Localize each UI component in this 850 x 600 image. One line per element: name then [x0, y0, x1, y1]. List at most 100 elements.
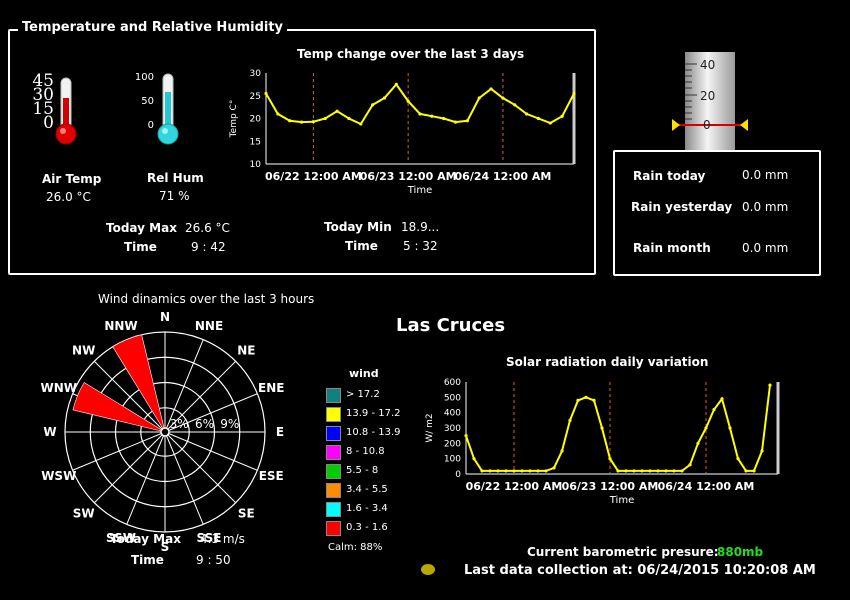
legend-label: 8 - 10.8 — [346, 446, 385, 457]
wind-chart-title: Wind dinamics over the last 3 hours — [98, 292, 315, 306]
air-temp-scale: 45 30 15 0 — [30, 73, 54, 132]
data-point — [584, 395, 588, 399]
data-point — [430, 114, 434, 118]
data-point — [488, 469, 492, 473]
legend-label: 13.9 - 17.2 — [346, 408, 401, 419]
rain-today-value: 0.0 mm — [742, 168, 789, 182]
data-point — [552, 466, 556, 470]
humidity-scale-label: 100 — [134, 72, 154, 83]
legend-label: 1.6 - 3.4 — [346, 503, 388, 514]
rain-month-label: Rain month — [633, 241, 711, 255]
data-point — [442, 116, 446, 121]
data-point — [728, 426, 732, 430]
wind-direction-label: NNE — [195, 319, 223, 333]
wind-time-label: Time — [131, 553, 164, 567]
data-point — [382, 96, 387, 100]
data-point — [536, 469, 540, 473]
y-tick-label: 25 — [250, 92, 261, 102]
y-axis-label: W/ m2 — [425, 413, 435, 442]
legend-swatch — [326, 445, 341, 460]
data-point — [548, 121, 552, 125]
y-tick-label: 10 — [250, 160, 262, 170]
data-point — [418, 112, 422, 116]
max-time-label: Time — [124, 240, 157, 254]
status-dot-icon — [421, 564, 435, 575]
data-point — [624, 469, 628, 473]
data-point — [323, 116, 327, 121]
wind-ring-label: 9% — [220, 417, 239, 431]
data-point — [600, 426, 604, 430]
wind-rose-spoke — [164, 431, 237, 504]
data-series-line — [465, 384, 771, 472]
calm-percent: Calm: 88% — [328, 542, 383, 553]
legend-swatch — [326, 388, 341, 403]
last-collection-text: Last data collection at: 06/24/2015 10:2… — [464, 563, 816, 578]
x-tick-label: 06/24 12:00 AM — [455, 170, 552, 183]
temperature-panel-title: Temperature and Relative Humidity — [18, 20, 288, 35]
x-tick-label: 06/22 12:00 AM — [265, 170, 362, 183]
temp-chart-title: Temp change over the last 3 days — [297, 47, 525, 61]
data-point — [472, 457, 476, 461]
data-point — [736, 457, 740, 461]
data-point — [704, 426, 708, 430]
y-tick-label: 200 — [444, 439, 461, 449]
data-point — [640, 469, 644, 473]
rain-today-label: Rain today — [633, 169, 706, 183]
data-point — [464, 434, 468, 438]
max-time-value: 9 : 42 — [191, 240, 226, 254]
x-axis-label: Time — [609, 495, 634, 506]
air-temp-label: Air Temp — [42, 172, 102, 186]
wind-time-value: 9 : 50 — [196, 553, 231, 567]
data-point — [288, 119, 292, 123]
barometric-label: Current barometric presure: — [527, 545, 719, 559]
data-point — [568, 418, 572, 422]
today-min-value: 18.9... — [401, 220, 440, 234]
data-point — [335, 109, 339, 113]
y-tick-label: 600 — [444, 378, 461, 388]
humidity-scale-label: 50 — [141, 96, 154, 107]
y-tick-label: 20 — [250, 115, 262, 125]
rain-yesterday-value: 0.0 mm — [742, 200, 789, 214]
min-time-label: Time — [345, 239, 378, 253]
data-point — [768, 383, 772, 387]
wind-ring-label: 6% — [195, 417, 214, 431]
air-temp-value: 26.0 °C — [46, 190, 91, 204]
legend-label: 10.8 - 13.9 — [346, 427, 401, 438]
legend-swatch — [326, 521, 341, 536]
data-point — [572, 91, 576, 96]
min-time-value: 5 : 32 — [403, 239, 438, 253]
x-axis-label: Time — [407, 185, 432, 196]
data-point — [394, 82, 398, 86]
humidity-scale: 100 50 0 — [128, 72, 154, 131]
data-point — [453, 120, 458, 124]
data-series-line — [265, 82, 575, 126]
y-tick-label: 30 — [250, 69, 262, 79]
x-tick-label: 06/22 12:00 AM — [466, 480, 563, 493]
legend-swatch — [326, 464, 341, 479]
data-point — [608, 457, 612, 461]
data-point — [648, 469, 652, 473]
data-point — [347, 116, 351, 121]
barometric-value: 880mb — [717, 545, 764, 559]
y-tick-label: 500 — [444, 393, 461, 403]
data-point — [560, 449, 564, 453]
wind-direction-label: E — [276, 425, 284, 439]
data-point — [496, 469, 500, 473]
y-tick-label: 15 — [250, 137, 261, 147]
data-point — [656, 469, 660, 473]
rel-hum-value: 71 % — [159, 189, 190, 203]
data-point — [512, 469, 516, 473]
air-temp-thermometer-icon — [55, 77, 77, 145]
legend-swatch — [326, 502, 341, 517]
data-point — [299, 120, 304, 124]
data-point — [632, 469, 636, 473]
rain-gauge-tick: 0 — [703, 118, 711, 132]
data-point — [489, 87, 493, 91]
wind-rose-chart: NNNENEENEEESESESSESSSWSWWSWWWNWNWNNW3% 6%… — [40, 310, 284, 554]
wind-rose-spoke — [93, 431, 166, 504]
wind-direction-label: WSW — [41, 469, 76, 483]
data-point — [752, 469, 756, 473]
data-point — [664, 469, 668, 473]
legend-label: 5.5 - 8 — [346, 465, 379, 476]
rain-yesterday-label: Rain yesterday — [631, 200, 733, 214]
